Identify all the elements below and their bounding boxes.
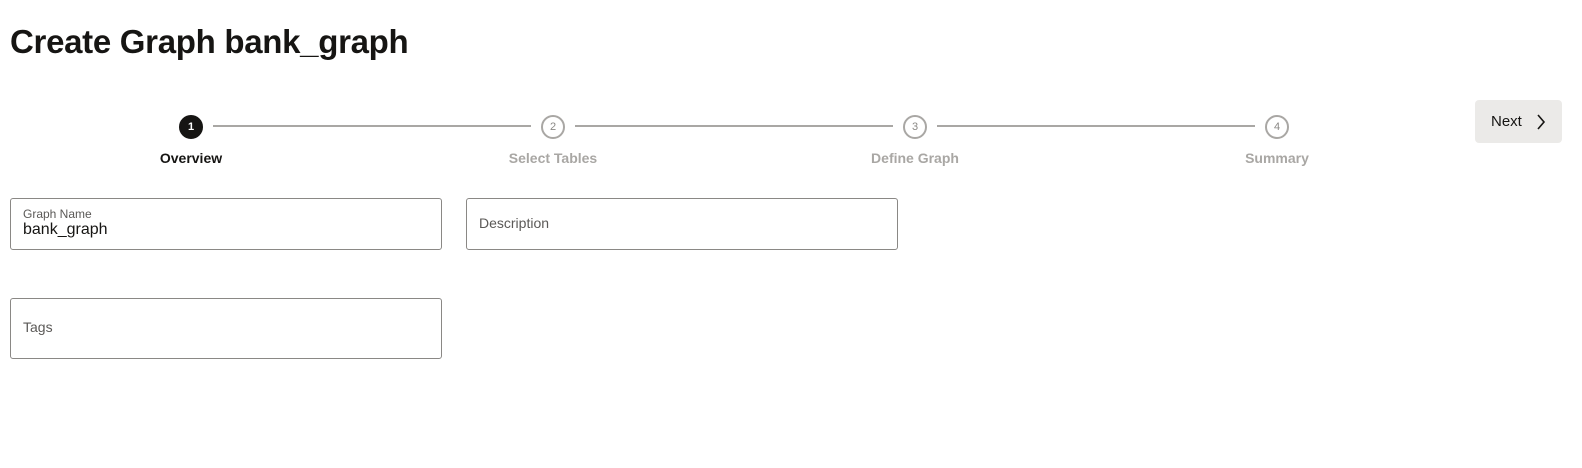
create-graph-page: Create Graph bank_graph 1 Overview 2 Sel… xyxy=(0,0,1582,468)
step-summary[interactable]: 4 Summary xyxy=(1197,113,1357,166)
step-number-badge: 3 xyxy=(903,115,927,139)
step-label: Define Graph xyxy=(871,150,959,166)
step-label: Select Tables xyxy=(508,150,598,166)
step-select-tables[interactable]: 2 Select Tables xyxy=(473,113,633,166)
graph-name-value: bank_graph xyxy=(23,221,108,238)
next-button[interactable]: Next xyxy=(1475,100,1562,143)
step-overview[interactable]: 1 Overview xyxy=(111,113,271,166)
next-button-label: Next xyxy=(1491,113,1522,130)
page-title: Create Graph bank_graph xyxy=(10,23,409,60)
tags-field[interactable]: Tags xyxy=(10,298,442,359)
step-number-badge: 4 xyxy=(1265,115,1289,139)
description-field[interactable]: Description xyxy=(466,198,898,250)
wizard-stepper: 1 Overview 2 Select Tables 3 Define Grap… xyxy=(0,113,1460,173)
tags-placeholder: Tags xyxy=(23,319,53,335)
description-placeholder: Description xyxy=(479,215,550,231)
step-label: Summary xyxy=(1245,150,1309,166)
step-label: Overview xyxy=(159,150,223,166)
step-define-graph[interactable]: 3 Define Graph xyxy=(835,113,995,166)
step-number-badge: 2 xyxy=(541,115,565,139)
graph-name-label: Graph Name xyxy=(23,207,92,221)
graph-name-field[interactable]: Graph Name bank_graph xyxy=(10,198,442,250)
chevron-right-icon xyxy=(1536,113,1546,130)
step-number-badge: 1 xyxy=(179,115,203,139)
